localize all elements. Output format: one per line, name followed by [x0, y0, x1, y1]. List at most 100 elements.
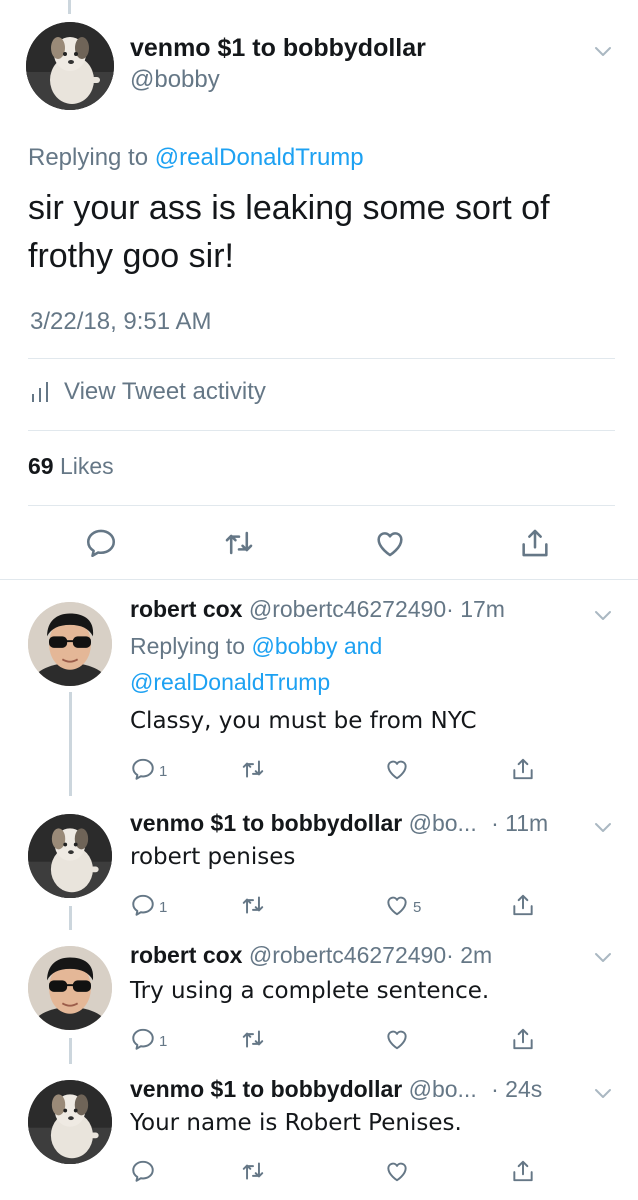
handle[interactable]: @robertc46272490	[249, 596, 446, 622]
reply-button[interactable]	[130, 1158, 159, 1184]
reply-icon	[130, 1026, 156, 1052]
like-count: 5	[413, 898, 422, 916]
replying-to-prefix: Replying to	[130, 633, 246, 659]
relative-time: · 24s	[491, 1076, 543, 1102]
main-tweet: venmo $1 to bobbydollar @bobby Replying …	[0, 0, 638, 580]
likes-label: Likes	[59, 453, 114, 479]
share-icon	[510, 756, 536, 782]
tweet-text: Classy, you must be from NYC	[130, 708, 477, 734]
reply-header: robert cox @robertc46272490· 2m	[130, 942, 492, 969]
reply-tweet[interactable]: venmo $1 to bobbydollar @bo... · 11m rob…	[0, 796, 638, 930]
share-button[interactable]	[510, 1026, 536, 1052]
like-count-number: 69	[28, 453, 54, 479]
thread-connector	[69, 1038, 72, 1064]
reply-tweet[interactable]: robert cox @robertc46272490· 17m Replyin…	[0, 580, 638, 796]
retweet-icon	[240, 1158, 266, 1184]
share-icon[interactable]	[518, 526, 552, 560]
like-button[interactable]	[384, 1158, 413, 1184]
tweet-text: Try using a complete sentence.	[130, 978, 490, 1004]
reply-button[interactable]: 1	[130, 1026, 167, 1052]
reply-icon	[130, 1158, 156, 1184]
avatar[interactable]	[26, 22, 114, 110]
divider	[28, 430, 615, 431]
reply-header: venmo $1 to bobbydollar @bo... · 11m	[130, 810, 548, 837]
display-name[interactable]: robert cox	[130, 596, 242, 622]
handle[interactable]: @bo...	[409, 1076, 477, 1102]
reply-tweet[interactable]: robert cox @robertc46272490· 2m Try usin…	[0, 930, 638, 1064]
retweet-button[interactable]	[240, 1158, 269, 1184]
retweet-button[interactable]	[240, 892, 269, 918]
like-icon[interactable]	[373, 526, 407, 560]
retweet-icon	[240, 756, 266, 782]
likes-count[interactable]: 69 Likes	[28, 453, 114, 480]
replying-to: Replying to @bobby and @realDonaldTrump	[130, 628, 382, 700]
thread-connector	[69, 906, 72, 930]
mention-link[interactable]: @bobby	[251, 633, 337, 659]
divider	[28, 505, 615, 506]
tweet-text-line: frothy goo sir!	[28, 237, 234, 275]
chevron-down-icon[interactable]	[594, 952, 612, 964]
activity-label: View Tweet activity	[64, 378, 266, 405]
replying-to-prefix: Replying to	[28, 144, 149, 171]
tweet-text: robert penises	[130, 844, 296, 870]
activity-bars-icon	[32, 382, 48, 402]
reply-count: 1	[159, 1032, 168, 1050]
avatar[interactable]	[28, 1080, 112, 1164]
like-button[interactable]	[384, 1026, 413, 1052]
thread-connector	[69, 692, 72, 796]
relative-time: · 11m	[491, 810, 549, 836]
handle[interactable]: @bobby	[130, 66, 220, 94]
like-icon	[384, 892, 410, 918]
reply-button[interactable]: 1	[130, 892, 167, 918]
chevron-down-icon[interactable]	[594, 610, 612, 622]
share-button[interactable]	[510, 756, 536, 782]
chevron-down-icon[interactable]	[594, 1088, 612, 1100]
display-name[interactable]: robert cox	[130, 942, 242, 968]
retweet-icon	[240, 892, 266, 918]
share-icon	[510, 1158, 536, 1184]
handle[interactable]: @bo...	[409, 810, 477, 836]
chevron-down-icon[interactable]	[594, 822, 612, 834]
avatar[interactable]	[28, 814, 112, 898]
reply-icon[interactable]	[84, 526, 118, 560]
retweet-button[interactable]	[240, 1026, 269, 1052]
tweet-text-line: sir your ass is leaking some sort of	[28, 189, 550, 227]
chevron-down-icon[interactable]	[594, 46, 612, 58]
like-button[interactable]	[384, 756, 413, 782]
replying-to: Replying to @realDonaldTrump	[28, 144, 364, 172]
mention-link[interactable]: @realDonaldTrump	[155, 144, 364, 171]
handle[interactable]: @robertc46272490	[249, 942, 446, 968]
like-icon	[384, 1158, 410, 1184]
reply-button[interactable]: 1	[130, 756, 167, 782]
display-name[interactable]: venmo $1 to bobbydollar	[130, 810, 402, 836]
retweet-icon[interactable]	[222, 526, 256, 560]
avatar[interactable]	[28, 602, 112, 686]
display-name[interactable]: venmo $1 to bobbydollar	[130, 1076, 402, 1102]
retweet-icon	[240, 1026, 266, 1052]
tweet-text: Your name is Robert Penises.	[130, 1110, 462, 1136]
timestamp[interactable]: 3/22/18, 9:51 AM	[30, 308, 211, 336]
like-icon	[384, 756, 410, 782]
reply-count: 1	[159, 898, 168, 916]
like-button[interactable]: 5	[384, 892, 421, 918]
relative-time: · 2m	[446, 942, 493, 968]
reply-icon	[130, 756, 156, 782]
replying-and: and	[343, 633, 383, 659]
reply-header: venmo $1 to bobbydollar @bo... · 24s	[130, 1076, 542, 1103]
avatar[interactable]	[28, 946, 112, 1030]
divider	[28, 358, 615, 359]
reply-count: 1	[159, 762, 168, 780]
display-name[interactable]: venmo $1 to bobbydollar	[130, 34, 426, 63]
reply-tweet[interactable]: venmo $1 to bobbydollar @bo... · 24s You…	[0, 1064, 638, 1200]
like-icon	[384, 1026, 410, 1052]
share-icon	[510, 892, 536, 918]
mention-link[interactable]: @realDonaldTrump	[130, 669, 330, 695]
reply-icon	[130, 892, 156, 918]
view-tweet-activity-link[interactable]: View Tweet activity	[30, 378, 266, 406]
tweet-text: sir your ass is leaking some sort of fro…	[28, 184, 608, 280]
share-button[interactable]	[510, 892, 536, 918]
retweet-button[interactable]	[240, 756, 269, 782]
relative-time: · 17m	[446, 596, 505, 622]
share-button[interactable]	[510, 1158, 536, 1184]
share-icon	[510, 1026, 536, 1052]
